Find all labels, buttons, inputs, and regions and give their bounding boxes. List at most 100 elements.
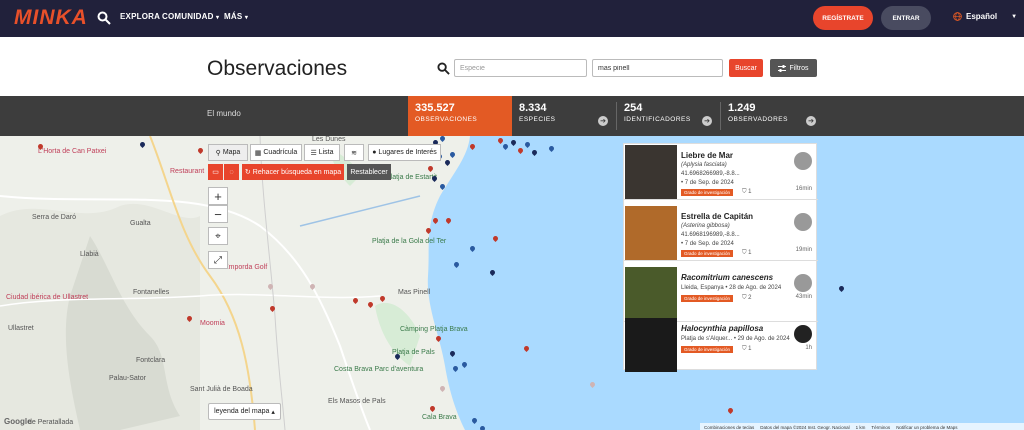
caret-up-icon: ▴: [271, 408, 275, 416]
map-label: de Peratallada: [28, 419, 74, 426]
map-label: Ullastret: [8, 325, 34, 332]
observation-date: • 7 de Sep. de 2024: [681, 241, 734, 247]
map[interactable]: L'Horta de Can Patxei Restaurant Serra d…: [0, 136, 1024, 430]
map-label: Platja de Estartit: [386, 174, 437, 181]
stat-observers[interactable]: 1.249 OBSERVADORES ➔: [721, 96, 824, 136]
view-list-button[interactable]: ☰ Lista: [304, 144, 340, 161]
avatar[interactable]: [794, 213, 812, 231]
terms-link[interactable]: Términos: [871, 425, 890, 430]
quality-grade-badge: Grado de investigación: [681, 189, 734, 196]
scientific-name: (Aplysia fasciata): [681, 162, 727, 168]
view-label: Cuadrícula: [263, 149, 298, 156]
language-label: Español: [966, 12, 998, 21]
observation-title[interactable]: Estrella de Capitán: [681, 212, 753, 221]
time-ago: 16min: [795, 186, 812, 192]
reset-button[interactable]: Restablecer: [347, 164, 391, 180]
view-grid-button[interactable]: ▦ Cuadrícula: [250, 144, 302, 161]
draw-rectangle-button[interactable]: ▭: [208, 164, 223, 180]
time-ago: 1h: [805, 345, 812, 351]
crosshair-icon: ⌖: [215, 230, 221, 242]
observation-card[interactable]: Halocynthia papillosa Platja de s'Alquer…: [624, 317, 818, 373]
sliders-icon: [778, 64, 787, 72]
draw-circle-button[interactable]: ◌: [224, 164, 239, 180]
chevron-down-icon: ▼: [1011, 13, 1018, 20]
place-input[interactable]: [592, 59, 723, 77]
stats-bar: El mundo 335.527 OBSERVACIONES 8.334 ESP…: [0, 96, 1024, 136]
stat-label: IDENTIFICADORES: [624, 116, 691, 123]
places-of-interest-button[interactable]: ● Lugares de Interés: [368, 144, 441, 161]
identifications-count: ⛉ 2: [742, 295, 752, 301]
search-icon[interactable]: [97, 11, 111, 25]
map-label: Les Dunes: [312, 136, 346, 143]
map-label: Sant Julià de Boada: [190, 386, 253, 393]
stat-value: 8.334: [519, 102, 547, 114]
places-label: Lugares de Interés: [378, 149, 437, 156]
search-button[interactable]: Buscar: [729, 59, 763, 77]
view-map-button[interactable]: ⚲ Mapa: [208, 144, 248, 161]
observation-photo[interactable]: [625, 206, 677, 260]
time-ago: 19min: [795, 247, 812, 253]
observation-title[interactable]: Racomitrium canescens: [681, 273, 773, 282]
time-ago: 43min: [795, 294, 812, 300]
stat-label: OBSERVADORES: [728, 116, 788, 123]
circle-icon: ◌: [229, 168, 234, 176]
globe-icon: ●: [372, 149, 377, 156]
zoom-out-button[interactable]: −: [208, 205, 228, 223]
arrow-right-icon: ➔: [806, 116, 816, 126]
fullscreen-button[interactable]: ⤢: [208, 251, 228, 269]
stat-label: ESPECIES: [519, 116, 556, 123]
quality-grade-badge: Grado de investigación: [681, 250, 734, 257]
observation-location: 41.6968266989,-8.8...: [681, 171, 740, 177]
species-input[interactable]: [454, 59, 587, 77]
keyboard-shortcuts-link[interactable]: Combinaciones de teclas: [704, 425, 754, 430]
observation-photo[interactable]: [625, 267, 677, 321]
stat-observations[interactable]: 335.527 OBSERVACIONES: [408, 96, 512, 136]
stat-value: 1.249: [728, 102, 756, 114]
observation-date: • 7 de Sep. de 2024: [681, 180, 734, 186]
nav-comunidad[interactable]: COMUNIDAD ▾: [162, 12, 219, 21]
observation-location: 41.6968196989,-8.8...: [681, 232, 740, 238]
locate-button[interactable]: ⌖: [208, 227, 228, 245]
avatar[interactable]: [794, 152, 812, 170]
minka-logo[interactable]: MINKA: [14, 6, 88, 30]
report-problem-link[interactable]: Notificar un problema de Maps: [896, 425, 957, 430]
fullscreen-icon: ⤢: [214, 254, 222, 266]
observation-photo[interactable]: [625, 318, 677, 372]
observation-card[interactable]: Estrella de Capitán (Asterina gibbosa) 4…: [624, 205, 818, 261]
nav-explora[interactable]: EXPLORA: [120, 12, 160, 21]
login-button[interactable]: ENTRAR: [881, 6, 931, 30]
observation-card[interactable]: Liebre de Mar (Aplysia fasciata) 41.6968…: [624, 144, 818, 200]
stat-species[interactable]: 8.334 ESPECIES ➔: [512, 96, 616, 136]
redo-search-button[interactable]: ↻ Rehacer búsqueda en mapa: [242, 164, 344, 180]
map-label: Palau-Sator: [109, 375, 146, 382]
arrow-right-icon: ➔: [598, 116, 608, 126]
stat-identifiers[interactable]: 254 IDENTIFICADORES ➔: [617, 96, 720, 136]
map-scale: 1 km: [855, 425, 866, 430]
register-button[interactable]: REGÍSTRATE: [813, 6, 873, 30]
avatar[interactable]: [794, 325, 812, 343]
results-panel: Liebre de Mar (Aplysia fasciata) 41.6968…: [623, 143, 818, 373]
map-label: Càmping Platja Brava: [400, 326, 468, 333]
layers-button[interactable]: ≋: [344, 144, 364, 161]
map-data-attribution: Datos del mapa ©2024 Inst. Geogr. Nacion…: [760, 425, 850, 430]
identifications-count: ⛉ 1: [742, 250, 752, 256]
observation-card[interactable]: Racomitrium canescens Lleida, Espanya • …: [624, 266, 818, 322]
language-selector[interactable]: Español ▼: [953, 12, 1017, 21]
map-legend-button[interactable]: leyenda del mapa ▴: [208, 403, 281, 420]
refresh-icon: ↻: [244, 169, 251, 176]
avatar[interactable]: [794, 274, 812, 292]
zoom-in-button[interactable]: +: [208, 187, 228, 205]
observation-photo[interactable]: [625, 145, 677, 199]
filters-button[interactable]: Filtros: [770, 59, 817, 77]
nav-mas[interactable]: MÁS ▾: [224, 12, 248, 21]
map-label: Llabià: [80, 251, 99, 258]
map-label: Ciudad ibérica de Ullastret: [6, 294, 89, 301]
observation-title[interactable]: Halocynthia papillosa: [681, 324, 763, 333]
map-label: Serra de Daró: [32, 214, 76, 221]
map-label: Els Masos de Pals: [328, 398, 386, 405]
scientific-name: (Asterina gibbosa): [681, 223, 730, 229]
observation-title[interactable]: Liebre de Mar: [681, 151, 733, 160]
layers-icon: ≋: [351, 149, 357, 157]
map-label: Mas Pinell: [398, 289, 431, 296]
grid-icon: ▦: [254, 149, 262, 157]
